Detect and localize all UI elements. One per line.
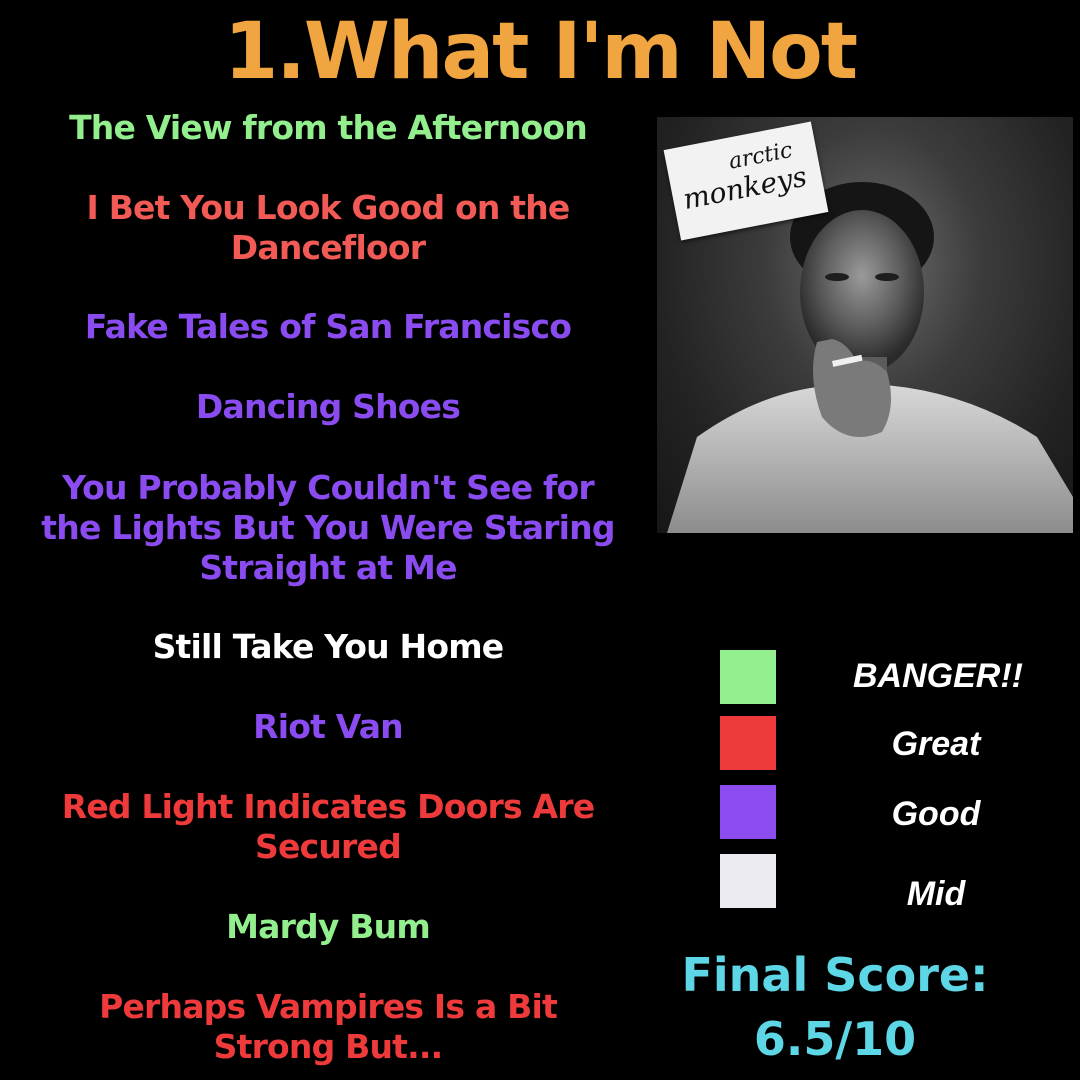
final-score-label: Final Score:: [681, 948, 989, 1002]
legend-label-banger: BANGER!!: [853, 657, 1023, 695]
legend-label-mid: Mid: [906, 875, 966, 913]
track-8-line-2: Secured: [255, 827, 402, 866]
page-title: 1.What I'm Not: [223, 7, 858, 97]
track-10: Perhaps Vampires Is a Bit Strong But...: [0, 987, 656, 1067]
track-5-line-1: You Probably Couldn't See for: [62, 468, 595, 507]
track-1: The View from the Afternoon: [69, 108, 588, 147]
legend-label-great: Great: [891, 725, 981, 763]
track-8-line-1: Red Light Indicates Doors Are: [61, 787, 595, 826]
legend-label-good: Good: [891, 795, 981, 833]
track-10-line-1: Perhaps Vampires Is a Bit: [99, 987, 558, 1026]
track-5: You Probably Couldn't See for the Lights…: [0, 468, 656, 588]
track-10-line-2: Strong But...: [213, 1027, 444, 1066]
track-5-line-2: the Lights But You Were Staring: [41, 508, 615, 547]
track-7: Riot Van: [253, 707, 404, 746]
track-4: Dancing Shoes: [195, 387, 461, 426]
legend-swatch-good: [720, 785, 776, 839]
track-2-line-2: Dancefloor: [230, 228, 426, 267]
track-2-line-1: I Bet You Look Good on the: [86, 188, 571, 227]
track-5-line-3: Straight at Me: [199, 548, 457, 587]
legend-swatch-great: [720, 716, 776, 770]
album-cover: arctic monkeys: [657, 117, 1073, 533]
track-6: Still Take You Home: [152, 627, 505, 666]
track-2: I Bet You Look Good on the Dancefloor: [0, 188, 656, 268]
legend-swatch-banger: [720, 650, 776, 704]
track-3: Fake Tales of San Francisco: [84, 307, 572, 346]
legend-swatch-mid: [720, 854, 776, 908]
final-score-value: 6.5/10: [753, 1012, 917, 1066]
track-9: Mardy Bum: [226, 907, 431, 946]
track-8: Red Light Indicates Doors Are Secured: [0, 787, 656, 867]
